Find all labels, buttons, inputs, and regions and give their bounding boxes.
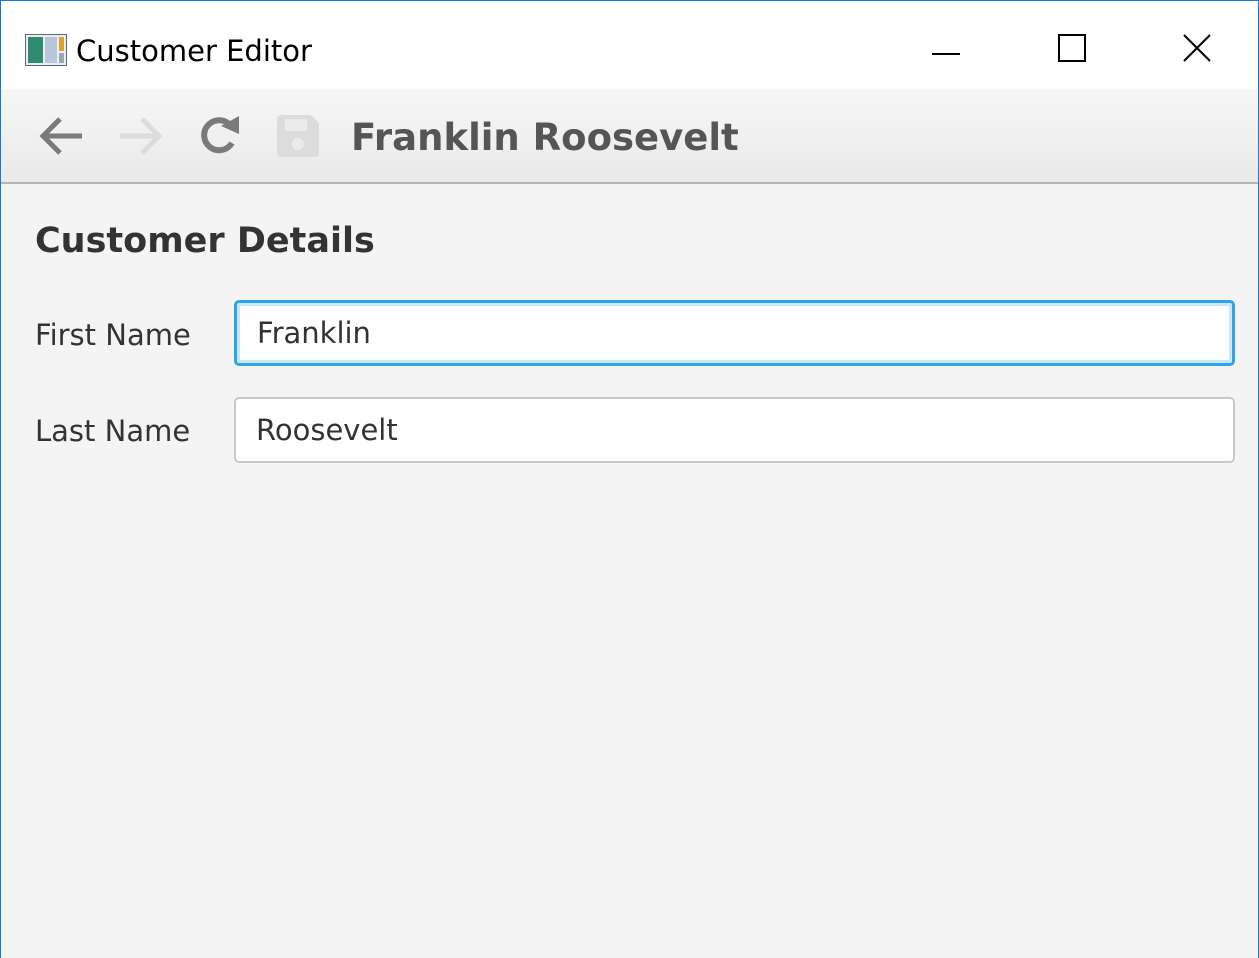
arrow-right-icon: [116, 112, 164, 164]
forward-button[interactable]: [115, 113, 165, 163]
close-icon: [1182, 33, 1212, 67]
customer-editor-window: Customer Editor Franklin Roosevelt Custo…: [0, 0, 1259, 958]
section-title: Customer Details: [35, 221, 375, 261]
last-name-label: Last Name: [35, 414, 191, 448]
close-button[interactable]: [1167, 27, 1227, 73]
refresh-icon: [195, 112, 243, 164]
minimize-icon: [931, 33, 961, 67]
window-title: Customer Editor: [76, 34, 312, 68]
customer-details-form: Customer Details First Name Last Name: [1, 186, 1258, 958]
first-name-label: First Name: [35, 318, 191, 352]
minimize-button[interactable]: [916, 27, 976, 73]
refresh-button[interactable]: [194, 113, 244, 163]
last-name-input[interactable]: [234, 397, 1235, 463]
floppy-disk-icon: [275, 113, 321, 163]
app-window-icon: [25, 34, 67, 66]
arrow-left-icon: [38, 112, 86, 164]
back-button[interactable]: [37, 113, 87, 163]
first-name-input[interactable]: [234, 300, 1235, 366]
maximize-button[interactable]: [1042, 27, 1102, 73]
toolbar: Franklin Roosevelt: [1, 89, 1258, 184]
title-bar[interactable]: Customer Editor: [1, 1, 1258, 89]
record-title: Franklin Roosevelt: [351, 116, 739, 159]
maximize-icon: [1057, 33, 1087, 67]
save-button[interactable]: [273, 113, 323, 163]
